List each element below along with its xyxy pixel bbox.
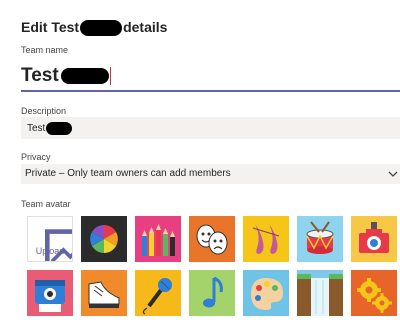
music-note-icon: [189, 270, 235, 316]
team-name-label: Team name: [21, 45, 69, 55]
avatar-option-microphone[interactable]: [135, 270, 181, 316]
microphone-icon: [135, 270, 181, 316]
text-caret: [109, 66, 111, 85]
team-avatar-label: Team avatar: [21, 199, 71, 209]
dialog-title-prefix: Edit Test: [21, 19, 80, 35]
pencils-icon: [135, 216, 181, 262]
avatar-option-gears[interactable]: [351, 270, 397, 316]
image-upload-icon: [45, 229, 72, 261]
gears-icon: [351, 270, 397, 316]
redaction-mark: [80, 20, 123, 37]
instant-camera-icon: [27, 270, 73, 316]
description-input[interactable]: Test: [21, 117, 400, 139]
avatar-option-theater-masks[interactable]: [189, 216, 235, 262]
redaction-mark: [60, 67, 109, 84]
waterfall-icon: [297, 270, 343, 316]
color-wheel-icon: [81, 216, 127, 262]
dialog-title-suffix: details: [123, 19, 168, 35]
privacy-selected-value: Private – Only team owners can add membe…: [25, 168, 231, 179]
avatar-option-sneaker[interactable]: [81, 270, 127, 316]
dialog-title: Edit Test details: [21, 19, 168, 37]
avatar-option-instant-camera[interactable]: [27, 270, 73, 316]
redaction-mark: [46, 122, 73, 135]
description-value-wrap: Test: [27, 122, 73, 135]
camera-icon: [351, 216, 397, 262]
paint-palette-icon: [243, 270, 289, 316]
description-label: Description: [21, 106, 67, 116]
avatar-option-paint-palette[interactable]: [243, 270, 289, 316]
avatar-option-pencils[interactable]: [135, 216, 181, 262]
privacy-dropdown[interactable]: Private – Only team owners can add membe…: [21, 164, 400, 184]
edit-team-dialog: Edit Test details Team name Test Descript…: [0, 0, 400, 324]
avatar-option-music-note[interactable]: [189, 270, 235, 316]
avatar-option-ballet-shoes[interactable]: [243, 216, 289, 262]
avatar-option-drum[interactable]: [297, 216, 343, 262]
theater-masks-icon: [189, 216, 235, 262]
upload-label: Upload: [35, 246, 65, 256]
chevron-down-icon: [388, 171, 398, 177]
description-value: Test: [27, 123, 46, 135]
team-name-value-wrap: Test: [21, 65, 111, 87]
avatar-option-color-wheel[interactable]: [81, 216, 127, 262]
ballet-shoes-icon: [243, 216, 289, 262]
avatar-option-camera[interactable]: [351, 216, 397, 262]
team-name-input[interactable]: Test: [21, 60, 400, 92]
privacy-label: Privacy: [21, 152, 51, 162]
sneaker-icon: [81, 270, 127, 316]
team-name-value: Test: [21, 65, 59, 86]
drum-icon: [297, 216, 343, 262]
avatar-option-waterfall[interactable]: [297, 270, 343, 316]
upload-avatar-button[interactable]: Upload: [27, 216, 73, 262]
